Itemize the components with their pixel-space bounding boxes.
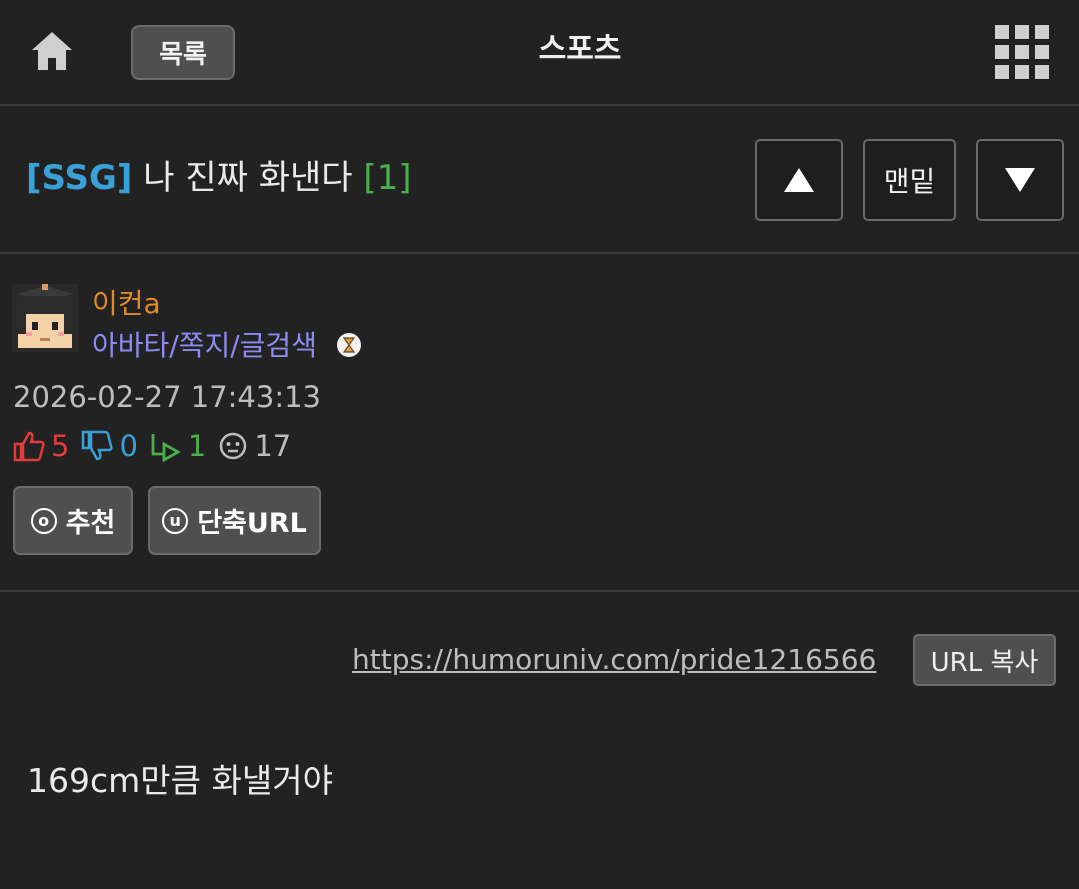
avatar[interactable] — [12, 284, 78, 352]
hourglass-badge-icon — [336, 332, 362, 358]
thumbs-down-icon — [82, 430, 114, 461]
recommend-key-icon: o — [30, 507, 57, 534]
share-count: 1 — [187, 429, 207, 463]
downvote-count: 0 — [119, 429, 138, 463]
view-stat: 17 — [218, 429, 291, 463]
post-title: [SSG] 나 진짜 화낸다 [1] — [26, 158, 412, 198]
short-url-button[interactable]: u 단축URL — [148, 486, 321, 555]
upvote-stat: 5 — [13, 429, 69, 463]
url-copy-button[interactable]: URL 복사 — [913, 634, 1056, 686]
author-links[interactable]: 아바타/쪽지/글검색 — [92, 324, 317, 364]
post-body: 169cm만큼 화낼거야 — [27, 761, 333, 800]
short-url-key-icon: u — [162, 507, 189, 534]
view-count: 17 — [254, 429, 292, 463]
upvote-count: 5 — [51, 429, 70, 463]
author-info: 이컨a 아바타/쪽지/글검색 2026-02-27 17:43:13 5 0 1 — [0, 254, 1079, 592]
scroll-down-button[interactable] — [976, 139, 1064, 221]
face-icon — [220, 432, 247, 460]
post-date: 2026-02-27 17:43:13 — [13, 380, 321, 414]
short-url-label: 단축URL — [197, 508, 307, 539]
scroll-up-button[interactable] — [755, 139, 843, 221]
post-url-link[interactable]: https://humoruniv.com/pride1216566 — [352, 643, 876, 676]
triangle-down-icon — [1005, 168, 1035, 192]
share-stat: 1 — [150, 429, 206, 463]
thumbs-up-icon — [13, 431, 45, 462]
downvote-stat: 0 — [81, 429, 138, 463]
scroll-bottom-button[interactable]: 맨밑 — [863, 139, 956, 221]
post-title-row: [SSG] 나 진짜 화낸다 [1] 맨밑 — [0, 106, 1079, 254]
recommend-button[interactable]: o 추천 — [13, 486, 133, 555]
board-title: 스포츠 — [538, 32, 622, 67]
author-nickname[interactable]: 이컨a — [92, 282, 161, 322]
comment-count[interactable]: [1] — [363, 158, 411, 198]
post-title-text: 나 진짜 화낸다 — [143, 158, 353, 198]
top-bar: 목록 스포츠 — [0, 0, 1079, 106]
home-icon[interactable] — [28, 28, 76, 76]
recommend-label: 추천 — [65, 508, 116, 539]
list-button[interactable]: 목록 — [131, 25, 235, 80]
share-arrow-icon — [151, 434, 181, 462]
post-category[interactable]: [SSG] — [26, 158, 132, 198]
post-stats: 5 0 1 17 — [13, 428, 303, 464]
triangle-up-icon — [784, 168, 814, 192]
grid-menu-icon[interactable] — [995, 25, 1049, 79]
